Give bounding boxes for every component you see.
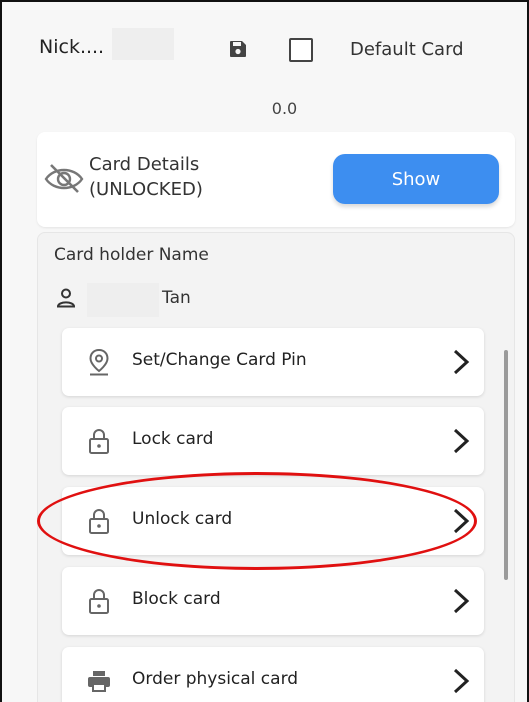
chevron-right-icon — [453, 428, 470, 454]
default-card-checkbox[interactable] — [289, 38, 313, 62]
printer-icon — [88, 671, 110, 692]
order-physical-card-button[interactable]: Order physical card — [62, 647, 484, 702]
chevron-right-icon — [453, 588, 470, 614]
card-details-panel: Card Details (UNLOCKED) Show — [37, 132, 515, 227]
chevron-right-icon — [453, 668, 470, 694]
action-label: Lock card — [132, 429, 214, 449]
lock-card-button[interactable]: Lock card — [62, 407, 484, 475]
lock-icon — [89, 509, 109, 534]
app-screen: Nick.... Default Card 0.0 Card Details (… — [0, 0, 529, 702]
chevron-right-icon — [453, 508, 470, 534]
nickname-label: Nick.... — [39, 36, 105, 58]
action-label: Set/Change Card Pin — [132, 350, 307, 370]
action-label: Order physical card — [132, 669, 299, 689]
unlock-card-button[interactable]: Unlock card — [62, 487, 484, 555]
eye-off-icon — [44, 164, 84, 193]
redacted-nickname — [112, 28, 174, 60]
set-change-pin-button[interactable]: Set/Change Card Pin — [62, 328, 484, 396]
show-card-details-button[interactable]: Show — [333, 154, 499, 204]
lock-icon — [89, 589, 109, 614]
default-card-label: Default Card — [350, 39, 464, 60]
scrollbar[interactable] — [504, 350, 508, 580]
block-card-button[interactable]: Block card — [62, 567, 484, 635]
card-balance: 0.0 — [271, 99, 298, 118]
card-lock-status: (UNLOCKED) — [89, 179, 203, 200]
card-holder-name: Tan — [162, 288, 191, 308]
redacted-holder-name — [87, 283, 159, 317]
action-label: Unlock card — [132, 509, 233, 529]
card-details-title: Card Details — [89, 154, 200, 175]
lock-icon — [89, 429, 109, 454]
action-label: Block card — [132, 589, 221, 609]
save-icon[interactable] — [229, 40, 247, 58]
chevron-right-icon — [453, 349, 470, 375]
location-pin-icon — [89, 348, 109, 376]
person-icon — [56, 288, 76, 308]
card-holder-label: Card holder Name — [54, 245, 209, 265]
